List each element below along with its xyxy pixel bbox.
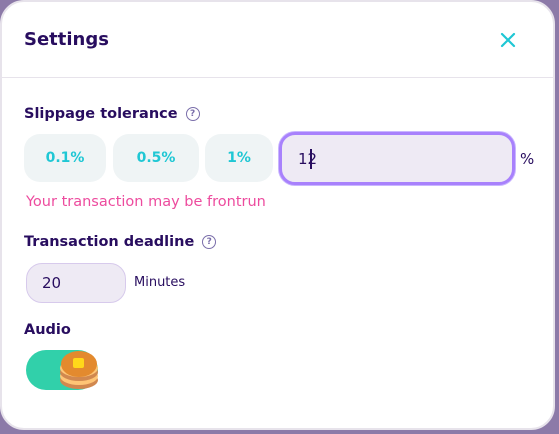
close-icon (500, 32, 516, 48)
help-icon[interactable]: ? (185, 107, 200, 121)
preset-button-0-5[interactable]: 0.5% (113, 134, 199, 182)
deadline-section-label: Transaction deadline ? (24, 234, 217, 250)
help-icon[interactable]: ? (202, 235, 217, 249)
preset-button-0-1[interactable]: 0.1% (24, 134, 106, 182)
deadline-input[interactable] (26, 263, 126, 303)
slippage-input[interactable] (279, 132, 515, 185)
deadline-label: Transaction deadline (24, 234, 195, 250)
text-caret (310, 149, 312, 169)
settings-modal: Settings Slippage tolerance ? 0.1% 0.5% … (0, 0, 555, 430)
frontrun-warning: Your transaction may be frontrun (26, 194, 266, 210)
percent-unit: % (520, 150, 535, 168)
audio-label: Audio (24, 322, 71, 338)
close-button[interactable] (498, 30, 518, 50)
audio-section-label: Audio (24, 322, 71, 338)
slippage-section-label: Slippage tolerance ? (24, 106, 200, 122)
minutes-unit: Minutes (134, 275, 186, 290)
preset-button-1[interactable]: 1% (205, 134, 273, 182)
slippage-label: Slippage tolerance (24, 106, 178, 122)
modal-title: Settings (24, 29, 109, 50)
audio-toggle[interactable] (26, 350, 98, 390)
pancake-icon (59, 342, 103, 390)
modal-header: Settings (2, 2, 553, 78)
